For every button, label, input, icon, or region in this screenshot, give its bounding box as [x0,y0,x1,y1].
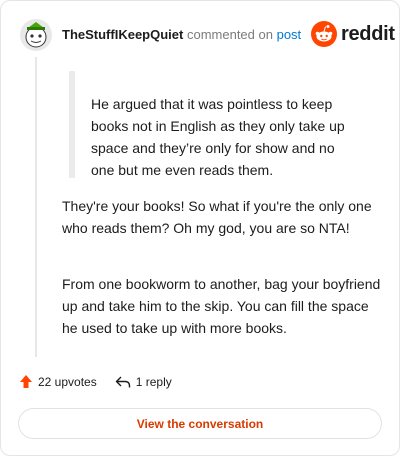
view-conversation-button[interactable]: View the conversation [18,408,382,439]
upvote-count: 22 upvotes [38,374,97,389]
reddit-logo[interactable]: reddit [311,21,395,47]
comment-actions: 22 upvotes 1 reply [19,374,172,389]
reply-button[interactable]: 1 reply [115,375,172,389]
quote-bar [69,71,75,178]
commented-on-text: commented on [186,27,273,42]
username[interactable]: TheStuffIKeepQuiet [62,27,183,42]
comment-paragraph: They're your books! So what if you're th… [62,198,372,236]
comment-header: TheStuffIKeepQuiet commented on post [62,27,301,43]
comment-card: TheStuffIKeepQuiet commented on post red… [0,0,400,456]
post-link[interactable]: post [277,27,302,42]
avatar-icon[interactable] [19,18,53,52]
reddit-wordmark: reddit [341,22,395,45]
reddit-logo-icon [311,21,337,47]
comment-paragraph: From one bookworm to another, bag your b… [62,276,381,336]
quoted-text: He argued that it was pointless to keep … [91,96,345,178]
reply-count: 1 reply [135,374,172,389]
thread-line[interactable] [35,57,37,357]
upvote-arrow-icon [20,375,32,388]
upvote-button[interactable]: 22 upvotes [19,374,97,389]
reply-arrow-icon [115,376,130,387]
